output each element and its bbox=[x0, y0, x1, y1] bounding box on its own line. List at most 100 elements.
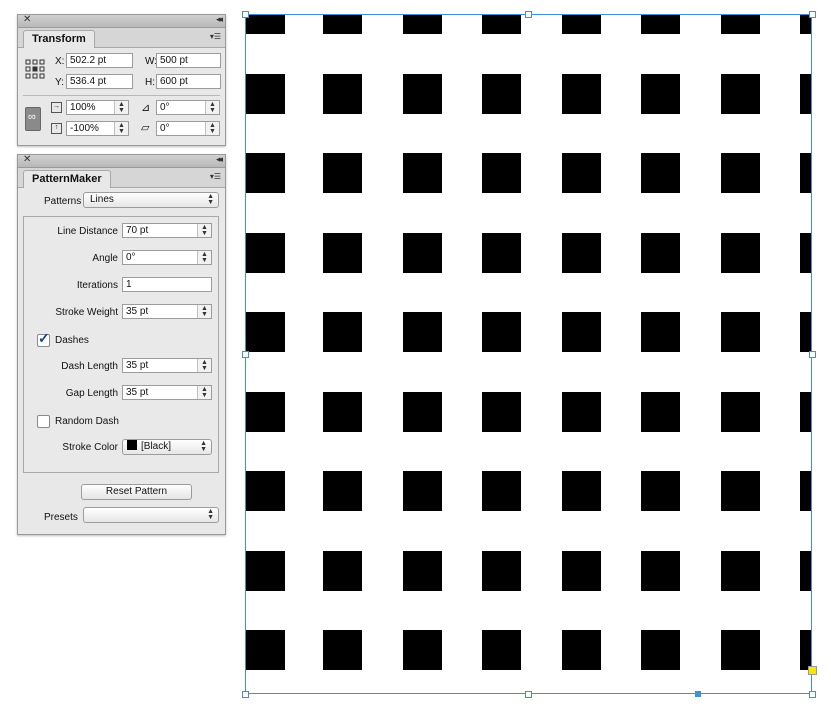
stepper-icon[interactable]: ▲ ▼ bbox=[197, 386, 211, 399]
handle-top-center[interactable] bbox=[525, 11, 532, 18]
handle-bottom-right[interactable] bbox=[809, 691, 816, 698]
rotate-icon: ⊿ bbox=[141, 102, 151, 114]
pattern-dash bbox=[323, 233, 362, 273]
reset-pattern-button[interactable]: Reset Pattern bbox=[81, 484, 192, 500]
pattern-dash bbox=[800, 74, 811, 114]
pattern-dash bbox=[562, 392, 601, 432]
stepper-icon[interactable]: ▲ ▼ bbox=[197, 251, 211, 264]
pattern-dash bbox=[403, 74, 442, 114]
close-icon[interactable]: ✕ bbox=[23, 14, 31, 25]
tab-patternmaker[interactable]: PatternMaker bbox=[23, 170, 111, 188]
pattern-dash bbox=[482, 74, 521, 114]
line-distance-label: Line Distance bbox=[57, 226, 118, 237]
dash-length-field[interactable]: 35 pt ▲ ▼ bbox=[122, 358, 212, 373]
stepper-icon[interactable]: ▲ ▼ bbox=[197, 305, 211, 318]
stepper-icon[interactable]: ▲ ▼ bbox=[114, 101, 128, 114]
panel-title-strip[interactable]: ✕ ◂◂ bbox=[18, 14, 225, 28]
pattern-dash bbox=[562, 233, 601, 273]
h-field[interactable]: 600 pt bbox=[156, 74, 221, 89]
pattern-frame[interactable] bbox=[245, 14, 812, 694]
angle-label: Angle bbox=[92, 253, 118, 264]
handle-top-right[interactable] bbox=[809, 11, 816, 18]
pattern-dash bbox=[246, 630, 285, 670]
pattern-dash bbox=[641, 15, 680, 34]
pattern-dash bbox=[721, 15, 760, 34]
handle-top-left[interactable] bbox=[242, 11, 249, 18]
pattern-dash bbox=[246, 312, 285, 352]
dash-length-value: 35 pt bbox=[126, 360, 149, 371]
checkmark-icon: ✓ bbox=[38, 330, 50, 346]
pattern-dash bbox=[403, 551, 442, 591]
pattern-dash bbox=[562, 312, 601, 352]
pattern-dash bbox=[323, 74, 362, 114]
pattern-dash bbox=[800, 471, 811, 511]
stepper-icon[interactable]: ▲ ▼ bbox=[197, 359, 211, 372]
patterns-label: Patterns bbox=[44, 196, 82, 207]
scale-y-field[interactable]: -100% ▲ ▼ bbox=[66, 121, 129, 136]
tab-transform[interactable]: Transform bbox=[23, 30, 95, 48]
color-swatch bbox=[127, 440, 137, 450]
constrain-proportions-button[interactable]: ∞ bbox=[25, 107, 41, 131]
handle-middle-left[interactable] bbox=[242, 351, 249, 358]
panel-title-strip[interactable]: ✕ ◂◂ bbox=[18, 154, 225, 168]
random-dash-label: Random Dash bbox=[55, 416, 119, 427]
handle-middle-right[interactable] bbox=[809, 351, 816, 358]
handle-bottom-left[interactable] bbox=[242, 691, 249, 698]
angle-field[interactable]: 0° ▲ ▼ bbox=[122, 250, 212, 265]
collapse-icon[interactable]: ◂◂ bbox=[216, 14, 223, 25]
stroke-color-select[interactable]: [Black] ▲ ▼ bbox=[122, 439, 212, 455]
stepper-icon[interactable]: ▲ ▼ bbox=[197, 224, 211, 237]
pattern-dash bbox=[800, 153, 811, 193]
presets-label: Presets bbox=[44, 512, 78, 523]
shear-value: 0° bbox=[160, 123, 170, 134]
random-dash-checkbox[interactable] bbox=[37, 415, 50, 428]
collapse-icon[interactable]: ◂◂ bbox=[216, 154, 223, 165]
pattern-dash bbox=[403, 233, 442, 273]
dashes-checkbox[interactable]: ✓ bbox=[37, 330, 50, 347]
stepper-icon[interactable]: ▲ ▼ bbox=[205, 122, 219, 135]
pattern-dash bbox=[403, 153, 442, 193]
content-grabber[interactable] bbox=[808, 666, 817, 675]
pattern-dash bbox=[246, 153, 285, 193]
rotate-field[interactable]: 0° ▲ ▼ bbox=[156, 100, 220, 115]
pattern-dash bbox=[641, 551, 680, 591]
pattern-dash bbox=[403, 15, 442, 34]
pattern-dash bbox=[323, 630, 362, 670]
pattern-dash bbox=[641, 312, 680, 352]
pattern-dash bbox=[562, 630, 601, 670]
pattern-dash bbox=[641, 153, 680, 193]
y-field[interactable]: 536.4 pt bbox=[66, 74, 133, 89]
stepper-icon[interactable]: ▲ ▼ bbox=[205, 101, 219, 114]
dashes-label: Dashes bbox=[55, 335, 89, 346]
close-icon[interactable]: ✕ bbox=[23, 154, 31, 165]
panel-menu-icon[interactable]: ▾☰ bbox=[210, 172, 221, 181]
presets-select[interactable]: ▲ ▼ bbox=[83, 507, 219, 523]
patternmaker-panel: ✕ ◂◂ PatternMaker ▾☰ Patterns Lines ▲ ▼ L… bbox=[17, 154, 226, 535]
select-arrows-icon: ▲ ▼ bbox=[207, 508, 214, 521]
handle-bottom-center[interactable] bbox=[525, 691, 532, 698]
w-field[interactable]: 500 pt bbox=[156, 53, 221, 68]
stepper-icon[interactable]: ▲ ▼ bbox=[114, 122, 128, 135]
pattern-dash bbox=[721, 471, 760, 511]
shear-field[interactable]: 0° ▲ ▼ bbox=[156, 121, 220, 136]
pattern-dash bbox=[403, 471, 442, 511]
panel-menu-icon[interactable]: ▾☰ bbox=[210, 32, 221, 41]
x-field[interactable]: 502.2 pt bbox=[66, 53, 133, 68]
stroke-color-label: Stroke Color bbox=[62, 442, 118, 453]
anchor-point[interactable] bbox=[695, 691, 701, 697]
pattern-dash bbox=[641, 630, 680, 670]
select-arrows-icon: ▲ ▼ bbox=[207, 193, 214, 206]
gap-length-field[interactable]: 35 pt ▲ ▼ bbox=[122, 385, 212, 400]
line-distance-field[interactable]: 70 pt ▲ ▼ bbox=[122, 223, 212, 238]
scale-x-field[interactable]: 100% ▲ ▼ bbox=[66, 100, 129, 115]
pattern-dash bbox=[641, 74, 680, 114]
reference-point-icon[interactable] bbox=[25, 59, 45, 79]
stroke-weight-field[interactable]: 35 pt ▲ ▼ bbox=[122, 304, 212, 319]
iterations-field[interactable]: 1 bbox=[122, 277, 212, 292]
pattern-dash bbox=[482, 312, 521, 352]
pattern-dash bbox=[482, 551, 521, 591]
pattern-dash bbox=[323, 153, 362, 193]
pattern-dash bbox=[482, 15, 521, 34]
scale-y-icon: ↑ bbox=[51, 123, 62, 134]
patterns-select[interactable]: Lines ▲ ▼ bbox=[83, 192, 219, 208]
